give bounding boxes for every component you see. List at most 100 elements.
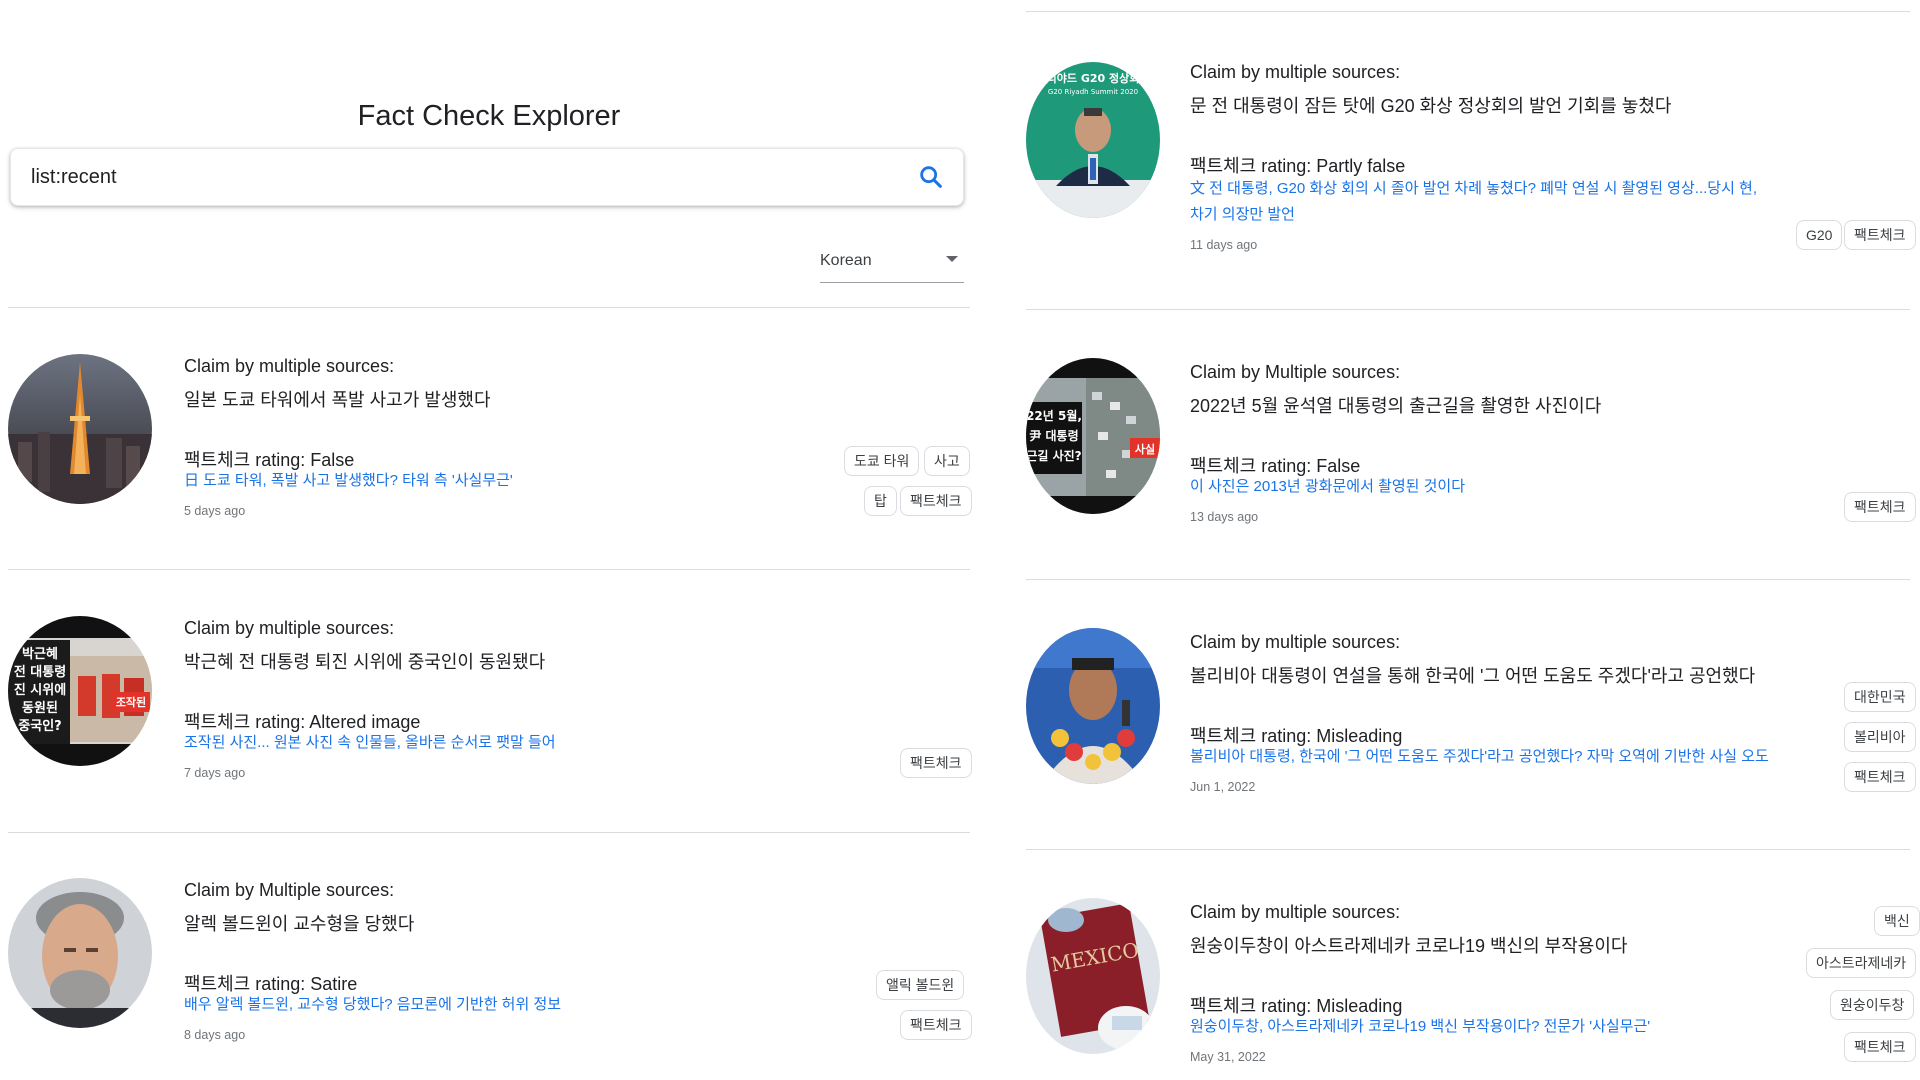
divider [1026, 849, 1910, 850]
article-link[interactable]: 日 도쿄 타워, 폭발 사고 발생했다? 타워 측 '사실무근' [184, 468, 513, 494]
publisher: 팩트체크 [1190, 996, 1257, 1016]
language-select[interactable]: Korean [820, 246, 964, 283]
date: Jun 1, 2022 [1190, 780, 1256, 794]
article-link[interactable]: 원숭이두창, 아스트라제네카 코로나19 백신 부작용이다? 전문가 '사실무근… [1190, 1014, 1650, 1040]
date: 13 days ago [1190, 510, 1259, 524]
language-selected: Korean [820, 252, 872, 269]
dropdown-arrow-icon [946, 256, 958, 262]
claim-label: Claim by multiple sources: [184, 356, 395, 376]
rating-value: Misleading [1316, 996, 1403, 1016]
portrait-image[interactable] [8, 878, 152, 1028]
protest-image[interactable]: 조작된 박근혜 전 대통령 진 시위에 동원된 중국인? [8, 616, 152, 766]
publisher: 팩트체크 [184, 450, 251, 470]
tag-chip[interactable]: 원숭이두창 [1830, 990, 1915, 1020]
publisher: 팩트체크 [1190, 156, 1257, 176]
publisher: 팩트체크 [184, 712, 251, 732]
tag-chip[interactable]: 탑 [864, 486, 897, 516]
divider [8, 832, 970, 833]
tag-chip[interactable]: 백신 [1874, 906, 1920, 936]
claim-label: Claim by multiple sources: [1190, 902, 1401, 922]
publisher: 팩트체크 [184, 974, 251, 994]
speaker-image[interactable] [1026, 628, 1160, 784]
claim-label: Claim by Multiple sources: [1190, 362, 1401, 382]
result-card: 리야드 G20 정상회 G20 Riyadh Summit 2020 Claim… [1026, 60, 1916, 260]
tag-chip[interactable]: 대한민국 [1844, 682, 1916, 712]
thumb-text: 조작된 [116, 695, 146, 709]
tag-chip[interactable]: G20 [1796, 220, 1843, 250]
right-column: 리야드 G20 정상회 G20 Riyadh Summit 2020 Claim… [1026, 0, 1920, 1080]
rating-label: rating: [250, 450, 311, 470]
rating-value: False [1316, 456, 1361, 476]
rating-label: rating: [1256, 156, 1317, 176]
g20-summit-image[interactable]: 리야드 G20 정상회 G20 Riyadh Summit 2020 [1026, 62, 1160, 218]
publisher: 팩트체크 [1190, 726, 1257, 746]
rating-label: rating: [250, 974, 311, 994]
claim-text: 알렉 볼드윈이 교수형을 당했다 [184, 914, 415, 934]
rating-value: Altered image [309, 712, 421, 732]
thumb-text: G20 Riyadh Summit 2020 [1048, 88, 1138, 96]
tag-chip[interactable]: 팩트체크 [900, 748, 972, 778]
divider [8, 569, 970, 570]
divider [1026, 579, 1910, 580]
tag-chip[interactable]: 사고 [924, 446, 970, 476]
passport-image[interactable]: MEXICO [1026, 898, 1160, 1054]
rating-value: Misleading [1316, 726, 1403, 746]
claim-text: 일본 도쿄 타워에서 폭발 사고가 발생했다 [184, 390, 491, 410]
publisher: 팩트체크 [1190, 456, 1257, 476]
thumb-text: 진 시위에 [14, 682, 66, 698]
thumb-text: 박근혜 [22, 646, 58, 662]
thumb-text: 근길 사진? [1026, 448, 1081, 463]
result-card: MEXICO Claim by multiple sources: 원숭이두창이… [1026, 898, 1920, 1080]
result-card: Claim by multiple sources: 볼리비아 대통령이 연설을… [1026, 628, 1916, 828]
article-link[interactable]: 조작된 사진... 원본 사진 속 인물들, 올바른 순서로 팻말 들어 [184, 730, 556, 756]
search-input[interactable] [31, 149, 891, 205]
rating-value: False [310, 450, 355, 470]
tag-chip[interactable]: 팩트체크 [900, 1010, 972, 1040]
app-title: Fact Check Explorer [357, 100, 621, 132]
thumb-text: 리야드 G20 정상회 [1047, 71, 1140, 85]
tag-chip[interactable]: 볼리비아 [1844, 722, 1916, 752]
result-card: 조작된 박근혜 전 대통령 진 시위에 동원된 중국인? Claim by mu… [8, 614, 972, 814]
rating: 팩트체크 rating: Partly false [1190, 152, 1405, 178]
result-card: 사실 22년 5월, 尹 대통령 근길 사진? Claim by Multipl… [1026, 358, 1916, 558]
thumb-text: 전 대통령 [14, 664, 66, 680]
traffic-image[interactable]: 사실 22년 5월, 尹 대통령 근길 사진? [1026, 358, 1160, 514]
thumb-text: 사실 [1135, 442, 1155, 456]
tag-chip[interactable]: 도쿄 타워 [844, 446, 920, 476]
divider [1026, 11, 1910, 12]
claim-label: Claim by Multiple sources: [184, 880, 395, 900]
tag-chip[interactable]: 팩트체크 [1844, 220, 1916, 250]
article-link[interactable]: 배우 알렉 볼드윈, 교수형 당했다? 음모론에 기반한 허위 정보 [184, 992, 561, 1018]
claim-text: 2022년 5월 윤석열 대통령의 출근길을 촬영한 사진이다 [1190, 396, 1602, 416]
date: 5 days ago [184, 504, 246, 518]
rating-label: rating: [1256, 726, 1317, 746]
date: May 31, 2022 [1190, 1050, 1266, 1064]
claim-text: 볼리비아 대통령이 연설을 통해 한국에 '그 어떤 도움도 주겠다'라고 공언… [1190, 666, 1756, 686]
claim-text: 문 전 대통령이 잠든 탓에 G20 화상 정상회의 발언 기회를 놓쳤다 [1190, 96, 1672, 116]
claim-label: Claim by multiple sources: [184, 618, 395, 638]
tag-chip[interactable]: 팩트체크 [900, 486, 972, 516]
claim-label: Claim by multiple sources: [1190, 62, 1401, 82]
rating-label: rating: [250, 712, 310, 732]
article-link[interactable]: 이 사진은 2013년 광화문에서 촬영된 것이다 [1190, 474, 1465, 500]
date: 8 days ago [184, 1028, 246, 1042]
tokyo-tower-image[interactable] [8, 354, 152, 504]
claim-label: Claim by multiple sources: [1190, 632, 1401, 652]
date: 7 days ago [184, 766, 246, 780]
rating-value: Satire [310, 974, 358, 994]
tag-chip[interactable]: 아스트라제네카 [1806, 948, 1917, 978]
rating-label: rating: [1256, 996, 1317, 1016]
tag-chip[interactable]: 앨릭 볼드윈 [876, 970, 965, 1000]
rating-value: Partly false [1316, 156, 1406, 176]
tag-chip[interactable]: 팩트체크 [1844, 1032, 1916, 1062]
tag-chip[interactable]: 팩트체크 [1844, 762, 1916, 792]
search-icon[interactable] [917, 163, 945, 191]
article-link[interactable]: 볼리비아 대통령, 한국에 '그 어떤 도움도 주겠다'라고 공언했다? 자막 … [1190, 744, 1769, 770]
tag-chip[interactable]: 팩트체크 [1844, 492, 1916, 522]
search-box[interactable] [10, 148, 964, 206]
result-card: Claim by Multiple sources: 알렉 볼드윈이 교수형을 … [8, 876, 972, 1076]
article-link[interactable]: 文 전 대통령, G20 화상 회의 시 졸아 발언 차례 놓쳤다? 폐막 연설… [1190, 176, 1760, 228]
rating-label: rating: [1256, 456, 1317, 476]
claim-text: 원숭이두창이 아스트라제네카 코로나19 백신의 부작용이다 [1190, 936, 1628, 956]
date: 11 days ago [1190, 238, 1258, 252]
